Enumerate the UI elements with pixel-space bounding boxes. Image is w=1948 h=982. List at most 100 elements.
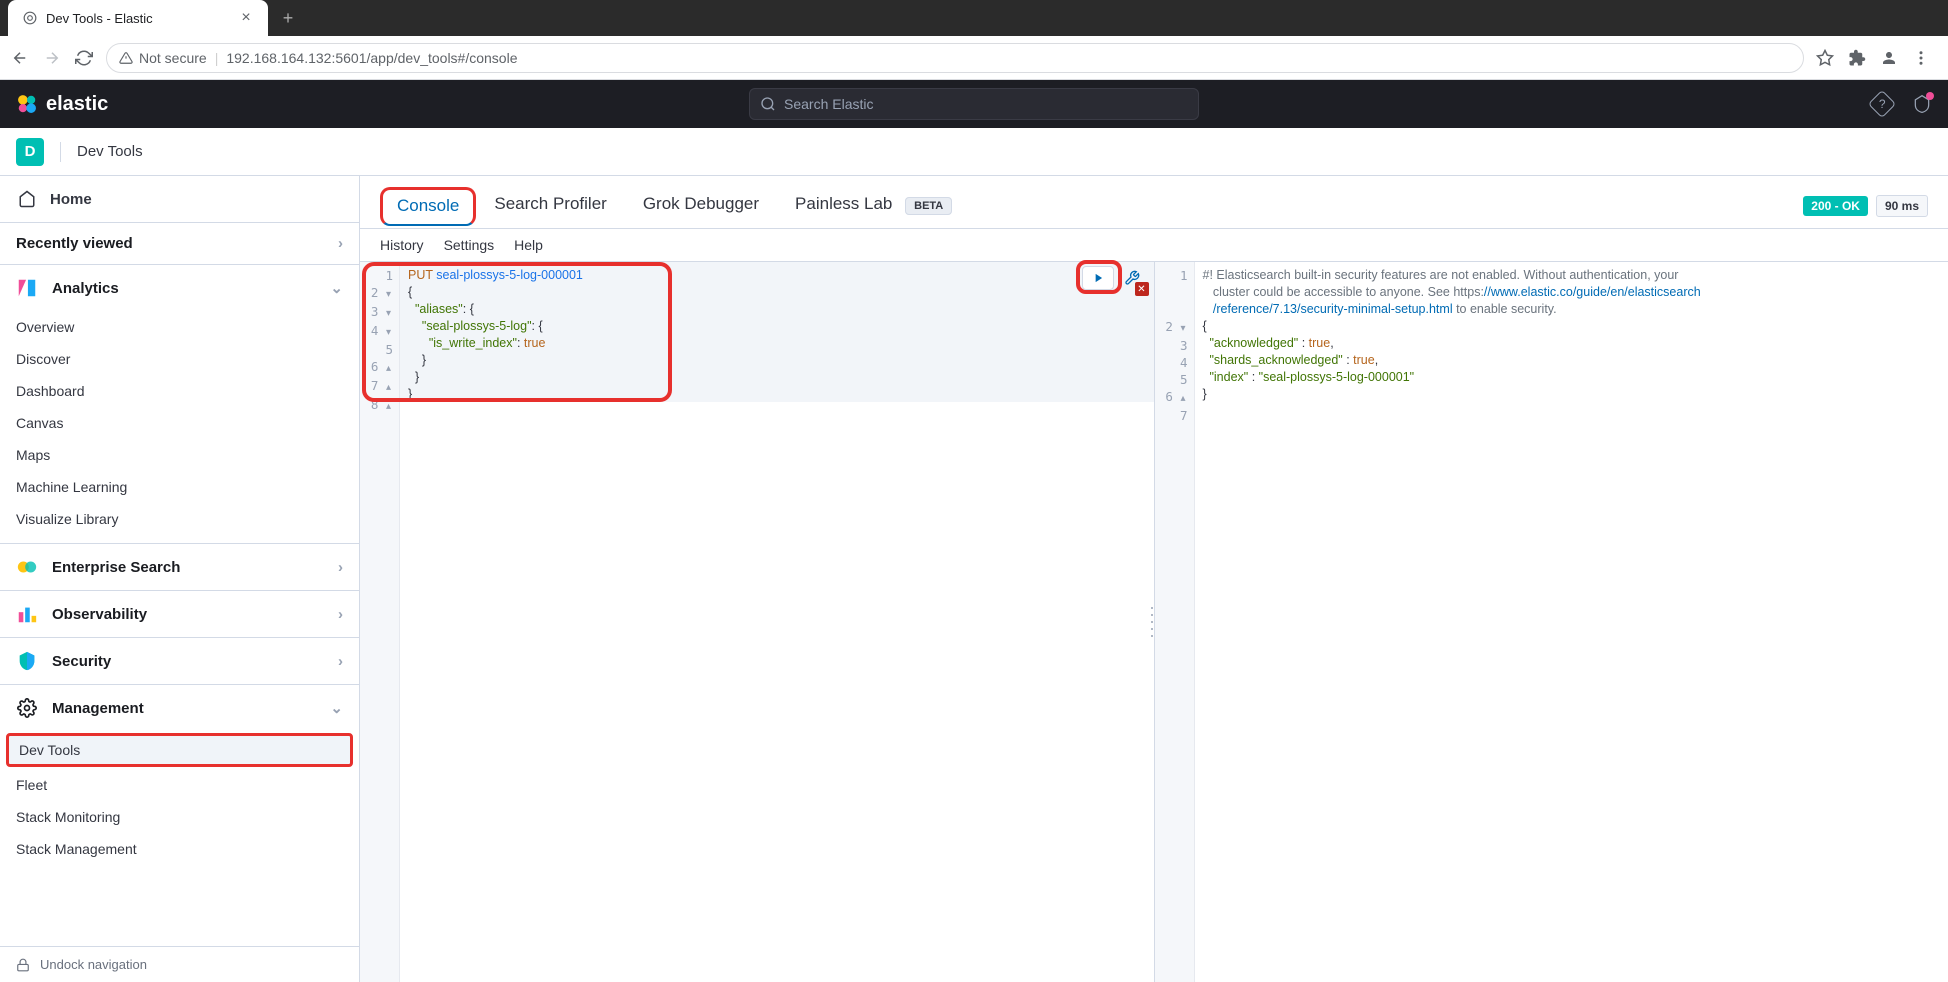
tab-search-profiler[interactable]: Search Profiler <box>476 184 624 228</box>
request-editor[interactable]: 12 ▾3 ▾4 ▾56 ▴7 ▴8 ▴ PUT seal-plossys-5-… <box>360 261 1155 982</box>
chevron-right-icon: › <box>338 559 343 576</box>
chevron-right-icon: › <box>338 606 343 623</box>
resp-warn-3b: to enable security. <box>1453 302 1557 316</box>
kebab-menu-icon[interactable] <box>1912 49 1930 67</box>
extensions-icon[interactable] <box>1848 49 1866 67</box>
sidebar-item-canvas[interactable]: Canvas <box>0 407 359 439</box>
profile-icon[interactable] <box>1880 49 1898 67</box>
sidebar-item-ml[interactable]: Machine Learning <box>0 471 359 503</box>
sidebar-item-dashboard[interactable]: Dashboard <box>0 375 359 407</box>
response-body: #! Elasticsearch built-in security featu… <box>1195 262 1948 408</box>
sidebar-home[interactable]: Home <box>0 176 359 223</box>
tab-console[interactable]: Console <box>380 187 476 226</box>
news-feed-icon[interactable] <box>1912 94 1932 114</box>
tab-favicon-icon <box>22 10 38 26</box>
sidebar-item-maps[interactable]: Maps <box>0 439 359 471</box>
play-icon <box>1091 271 1105 285</box>
tab-grok-debugger[interactable]: Grok Debugger <box>625 184 777 228</box>
address-bar[interactable]: Not secure | 192.168.164.132:5601/app/de… <box>106 43 1804 73</box>
run-request-button[interactable] <box>1082 266 1114 290</box>
observability-icon <box>16 603 38 625</box>
splitter-handle[interactable] <box>1151 607 1157 637</box>
sidebar-obs-label: Observability <box>52 606 147 623</box>
search-icon <box>760 96 776 112</box>
bookmark-star-icon[interactable] <box>1816 49 1834 67</box>
lock-icon <box>16 958 30 972</box>
console-editor-row: 12 ▾3 ▾4 ▾56 ▴7 ▴8 ▴ PUT seal-plossys-5-… <box>360 261 1948 982</box>
chevron-right-icon: › <box>338 235 343 252</box>
response-gutter: ✕ 12 ▾3456 ▴7 <box>1155 262 1195 982</box>
resp-warn-link2[interactable]: /reference/7.13/security-minimal-setup.h… <box>1203 302 1453 316</box>
elastic-header: elastic Search Elastic ? <box>0 80 1948 128</box>
elastic-logo-icon <box>16 93 38 115</box>
sub-tab-history[interactable]: History <box>380 237 424 253</box>
sub-tab-help[interactable]: Help <box>514 237 543 253</box>
gear-icon <box>16 697 38 719</box>
sidebar-management[interactable]: Management ⌄ <box>0 684 359 731</box>
resp-ack-val: true <box>1309 336 1331 350</box>
sidebar-recently-label: Recently viewed <box>16 235 133 252</box>
sub-tab-settings[interactable]: Settings <box>444 237 495 253</box>
tab-painless-lab[interactable]: Painless Lab BETA <box>777 184 970 228</box>
global-search[interactable]: Search Elastic <box>749 88 1199 120</box>
forward-button[interactable] <box>42 48 62 68</box>
sidebar-item-fleet[interactable]: Fleet <box>0 769 359 801</box>
sidebar-item-visualize[interactable]: Visualize Library <box>0 503 359 535</box>
sidebar-analytics[interactable]: Analytics ⌄ <box>0 265 359 311</box>
reload-button[interactable] <box>74 48 94 68</box>
sidebar-item-stack-management[interactable]: Stack Management <box>0 833 359 865</box>
response-time: 90 ms <box>1876 195 1928 217</box>
browser-tab[interactable]: Dev Tools - Elastic × <box>8 0 268 36</box>
notification-dot-icon <box>1926 92 1934 100</box>
resp-warn-link1[interactable]: //www.elastic.co/guide/en/elasticsearch <box>1484 285 1701 299</box>
sidebar-recently-viewed[interactable]: Recently viewed › <box>0 223 359 265</box>
undock-navigation[interactable]: Undock navigation <box>0 946 359 982</box>
elastic-logo[interactable]: elastic <box>16 93 108 116</box>
resp-warn-2a: cluster could be accessible to anyone. S… <box>1203 285 1484 299</box>
space-selector[interactable]: D <box>16 138 44 166</box>
sidebar-enterprise-search[interactable]: Enterprise Search › <box>0 543 359 590</box>
breadcrumb-bar: D Dev Tools <box>0 128 1948 176</box>
elastic-brand-text: elastic <box>46 93 108 116</box>
new-tab-button[interactable]: + <box>274 4 302 32</box>
url-text: 192.168.164.132:5601/app/dev_tools#/cons… <box>226 50 517 66</box>
back-button[interactable] <box>10 48 30 68</box>
analytics-icon <box>16 277 38 299</box>
resp-ack-key: "acknowledged" <box>1209 336 1298 350</box>
resp-index-val: "seal-plossys-5-log-000001" <box>1259 370 1414 384</box>
resp-warn-1: #! Elasticsearch built-in security featu… <box>1203 268 1679 282</box>
console-sub-tabs: History Settings Help <box>360 229 1948 261</box>
sidebar-item-stack-monitoring[interactable]: Stack Monitoring <box>0 801 359 833</box>
sidebar-observability[interactable]: Observability › <box>0 590 359 637</box>
home-icon <box>16 188 38 210</box>
search-placeholder: Search Elastic <box>784 96 873 112</box>
enterprise-search-icon <box>16 556 38 578</box>
security-indicator: Not secure <box>119 50 207 66</box>
sidebar-home-label: Home <box>50 191 92 208</box>
tab-close-icon[interactable]: × <box>238 10 254 26</box>
sidebar-item-dev-tools[interactable]: Dev Tools <box>6 733 353 767</box>
security-icon <box>16 650 38 672</box>
resp-shards-key: "shards_acknowledged" <box>1209 353 1342 367</box>
tab-title: Dev Tools - Elastic <box>46 11 230 26</box>
not-secure-label: Not secure <box>139 50 207 66</box>
sidebar-es-label: Enterprise Search <box>52 559 180 576</box>
request-body[interactable]: PUT seal-plossys-5-log-000001 { "aliases… <box>400 262 1154 408</box>
request-gutter: 12 ▾3 ▾4 ▾56 ▴7 ▴8 ▴ <box>360 262 400 982</box>
deprecation-warning-icon[interactable]: ✕ <box>1135 282 1149 296</box>
main-area: Console Search Profiler Grok Debugger Pa… <box>360 176 1948 982</box>
sidebar-item-overview[interactable]: Overview <box>0 311 359 343</box>
warning-icon <box>119 51 133 65</box>
sidebar-item-discover[interactable]: Discover <box>0 343 359 375</box>
response-viewer[interactable]: ✕ 12 ▾3456 ▴7 #! Elasticsearch built-in … <box>1155 261 1948 982</box>
chevron-down-icon: ⌄ <box>330 279 343 297</box>
resp-index-key: "index" <box>1209 370 1248 384</box>
sidebar-security[interactable]: Security › <box>0 637 359 684</box>
browser-toolbar: Not secure | 192.168.164.132:5601/app/de… <box>0 36 1948 80</box>
browser-tab-strip: Dev Tools - Elastic × + <box>0 0 1948 36</box>
undock-label: Undock navigation <box>40 957 147 972</box>
sidebar: Home Recently viewed › Analytics ⌄ Overv… <box>0 176 360 982</box>
breadcrumb-title: Dev Tools <box>77 143 143 160</box>
request-path: seal-plossys-5-log-000001 <box>436 268 583 282</box>
help-icon[interactable]: ? <box>1872 94 1892 114</box>
